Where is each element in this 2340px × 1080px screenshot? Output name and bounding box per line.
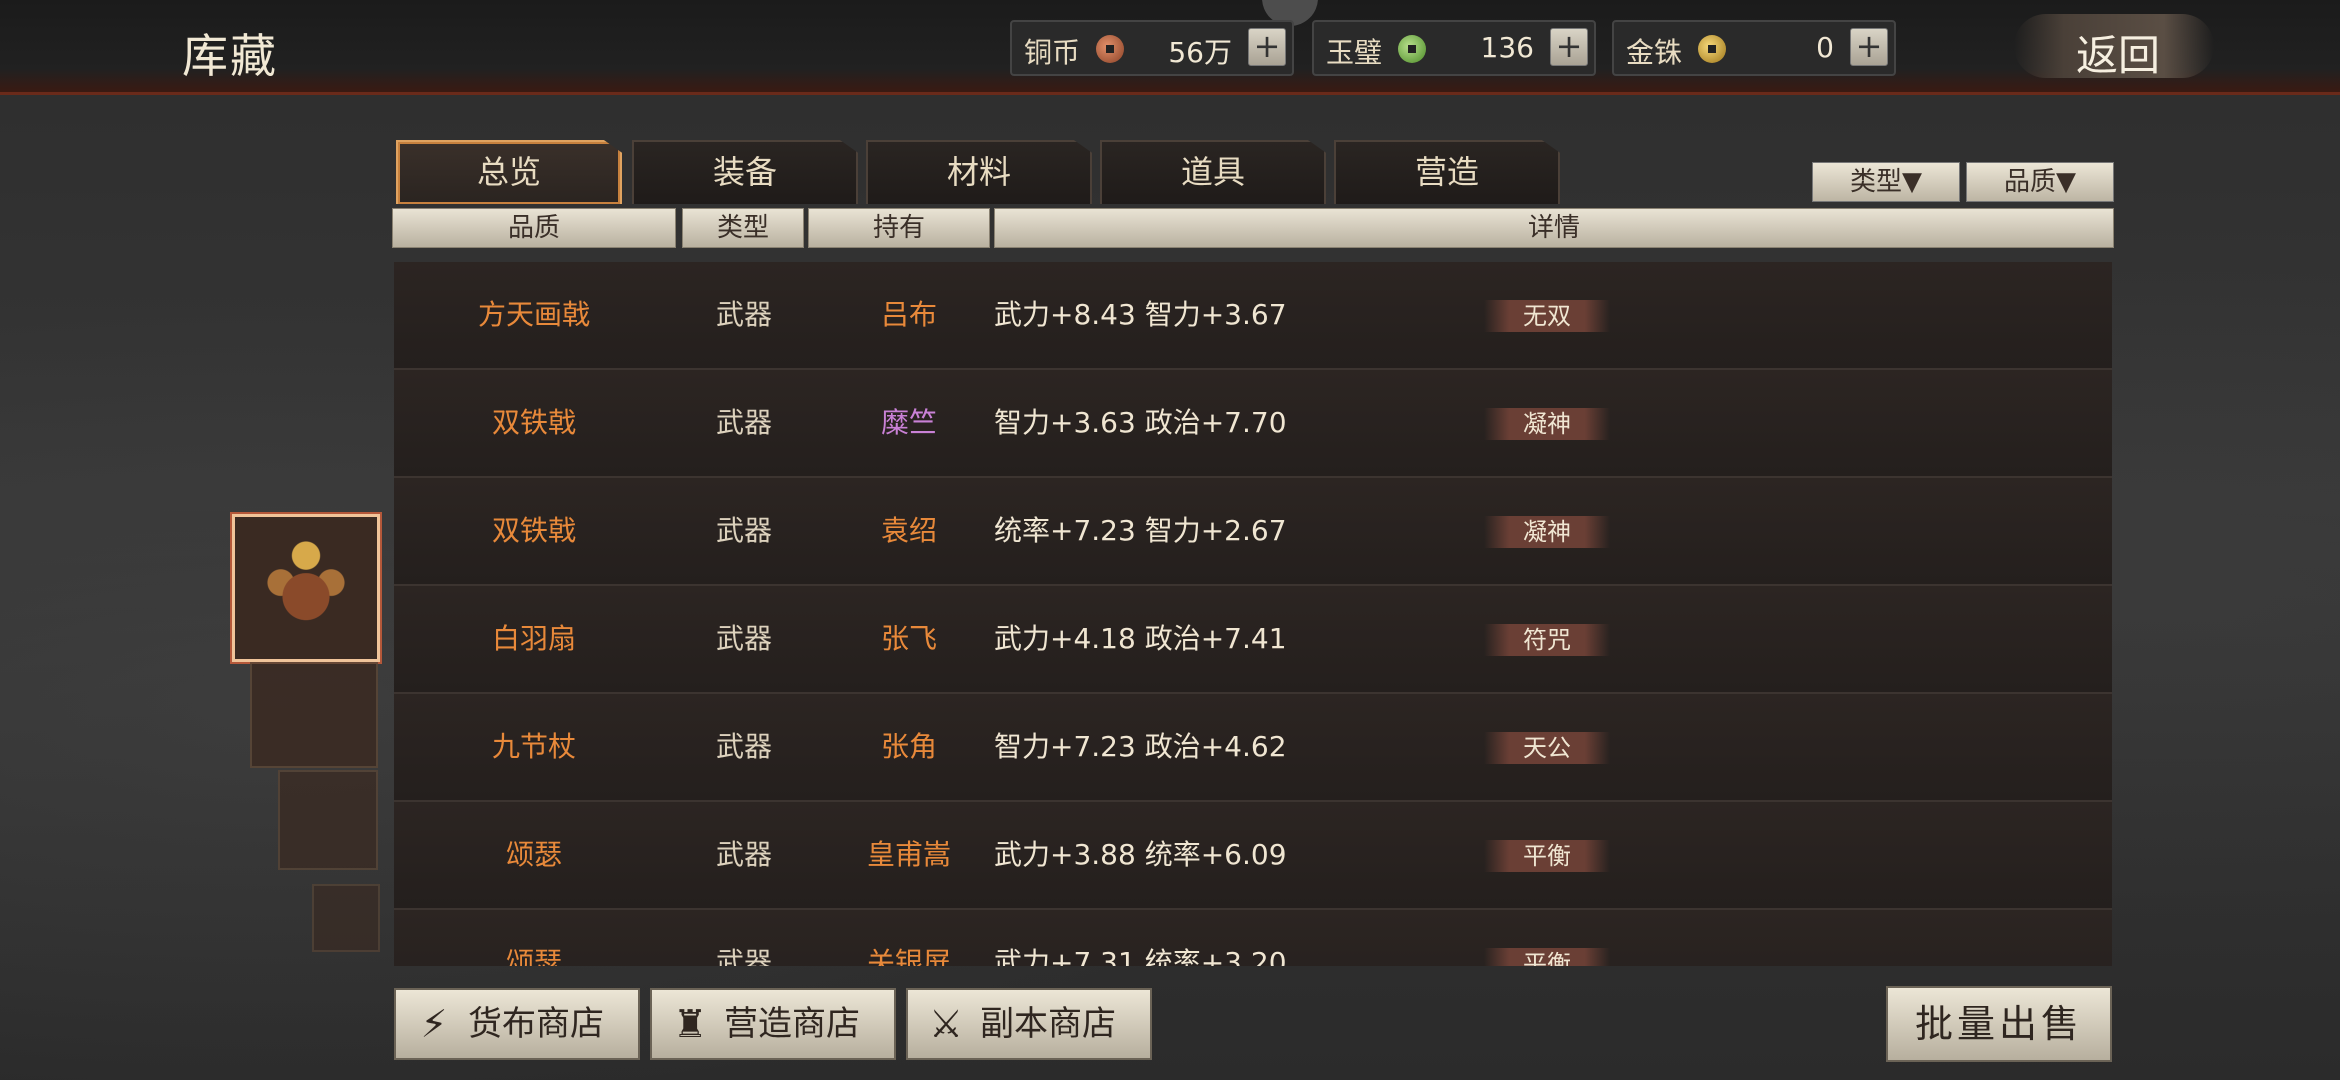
item-list[interactable]: 方天画戟 武器 吕布 武力+8.43 智力+3.67 无双 双铁戟 武器 糜竺 … bbox=[394, 252, 2112, 966]
skill-badge: 符咒 bbox=[1484, 624, 1610, 656]
item-stats: 统率+7.23 智力+2.67 bbox=[994, 514, 1287, 547]
item-thumbnail-armor[interactable] bbox=[232, 514, 380, 662]
column-header-owner[interactable]: 持有 bbox=[808, 208, 990, 248]
currency-label: 铜币 bbox=[1024, 36, 1081, 69]
table-row[interactable]: 白羽扇 武器 张飞 武力+4.18 政治+7.41 符咒 bbox=[394, 586, 2112, 694]
currency-copper: 铜币 56万 + bbox=[1010, 20, 1294, 76]
item-type: 武器 bbox=[715, 622, 772, 655]
skill-badge: 平衡 bbox=[1484, 948, 1610, 966]
copper-coin-icon bbox=[1096, 35, 1124, 63]
column-header-details: 详情 bbox=[994, 208, 2114, 248]
item-stats: 武力+8.43 智力+3.67 bbox=[994, 298, 1287, 331]
item-stats: 武力+4.18 政治+7.41 bbox=[994, 622, 1287, 655]
top-bar: 库藏 铜币 56万 + 玉璧 136 + 金铢 0 + 返回 bbox=[0, 0, 2340, 95]
currency-shop-icon: ⚡ bbox=[420, 1002, 448, 1046]
shop-label: 营造商店 bbox=[724, 1004, 860, 1044]
table-row[interactable]: 双铁戟 武器 糜竺 智力+3.63 政治+7.70 凝神 bbox=[394, 370, 2112, 478]
item-owner: 张角 bbox=[880, 730, 937, 763]
item-stats: 武力+7.31 统率+3.20 bbox=[994, 946, 1287, 966]
column-header-type[interactable]: 类型 bbox=[682, 208, 804, 248]
gold-coin-icon bbox=[1698, 35, 1726, 63]
armor-icon bbox=[260, 534, 352, 642]
item-owner: 关银屏 bbox=[866, 946, 951, 966]
construction-shop-button[interactable]: ♜ 营造商店 bbox=[650, 988, 896, 1060]
item-type: 武器 bbox=[715, 838, 772, 871]
item-name: 方天画戟 bbox=[477, 298, 590, 331]
currency-gold: 金铢 0 + bbox=[1612, 20, 1896, 76]
add-copper-button[interactable]: + bbox=[1248, 28, 1286, 66]
item-thumbnail[interactable] bbox=[278, 770, 378, 870]
currency-value: 56万 bbox=[1168, 36, 1232, 69]
currency-shop-button[interactable]: ⚡ 货布商店 bbox=[394, 988, 640, 1060]
item-thumbnail[interactable] bbox=[250, 662, 378, 768]
type-filter-dropdown[interactable]: 类型▼ bbox=[1812, 162, 1960, 202]
tab-items[interactable]: 道具 bbox=[1100, 140, 1326, 204]
item-owner: 吕布 bbox=[880, 298, 937, 331]
tab-materials[interactable]: 材料 bbox=[866, 140, 1092, 204]
column-header-quality[interactable]: 品质 bbox=[392, 208, 676, 248]
table-row[interactable]: 颂瑟 武器 皇甫嵩 武力+3.88 统率+6.09 平衡 bbox=[394, 802, 2112, 910]
item-name: 白羽扇 bbox=[491, 622, 576, 655]
item-name: 九节杖 bbox=[491, 730, 576, 763]
table-row[interactable]: 双铁戟 武器 袁绍 统率+7.23 智力+2.67 凝神 bbox=[394, 478, 2112, 586]
item-type: 武器 bbox=[715, 730, 772, 763]
currency-value: 136 bbox=[1480, 31, 1534, 64]
item-owner: 袁绍 bbox=[880, 514, 937, 547]
currency-label: 金铢 bbox=[1626, 36, 1683, 69]
shop-label: 副本商店 bbox=[980, 1004, 1116, 1044]
item-owner: 张飞 bbox=[880, 622, 937, 655]
tower-icon: ♜ bbox=[672, 1002, 708, 1046]
item-owner: 糜竺 bbox=[880, 406, 937, 439]
batch-sell-button[interactable]: 批量出售 bbox=[1886, 986, 2112, 1062]
skill-badge: 凝神 bbox=[1484, 516, 1610, 548]
table-row[interactable]: 九节杖 武器 张角 智力+7.23 政治+4.62 天公 bbox=[394, 694, 2112, 802]
sword-icon: ⚔ bbox=[928, 1002, 964, 1046]
item-stats: 武力+3.88 统率+6.09 bbox=[994, 838, 1287, 871]
item-stats: 智力+3.63 政治+7.70 bbox=[994, 406, 1287, 439]
item-name: 双铁戟 bbox=[491, 514, 576, 547]
item-type: 武器 bbox=[715, 514, 772, 547]
back-button[interactable]: 返回 bbox=[2014, 14, 2214, 80]
item-name: 双铁戟 bbox=[491, 406, 576, 439]
back-label: 返回 bbox=[2076, 31, 2161, 80]
currency-jade: 玉璧 136 + bbox=[1312, 20, 1596, 76]
shop-label: 货布商店 bbox=[468, 1004, 604, 1044]
item-type: 武器 bbox=[715, 406, 772, 439]
item-owner: 皇甫嵩 bbox=[866, 838, 951, 871]
add-jade-button[interactable]: + bbox=[1550, 28, 1588, 66]
item-name: 颂瑟 bbox=[505, 838, 562, 871]
quality-filter-dropdown[interactable]: 品质▼ bbox=[1966, 162, 2114, 202]
skill-badge: 天公 bbox=[1484, 732, 1610, 764]
table-row[interactable]: 方天画戟 武器 吕布 武力+8.43 智力+3.67 无双 bbox=[394, 262, 2112, 370]
table-row[interactable]: 颂瑟 武器 关银屏 武力+7.31 统率+3.20 平衡 bbox=[394, 910, 2112, 966]
currency-value: 0 bbox=[1816, 31, 1834, 64]
item-type: 武器 bbox=[715, 946, 772, 966]
skill-badge: 平衡 bbox=[1484, 840, 1610, 872]
skill-badge: 凝神 bbox=[1484, 408, 1610, 440]
currency-label: 玉璧 bbox=[1326, 36, 1383, 69]
item-name: 颂瑟 bbox=[505, 946, 562, 966]
tab-construction[interactable]: 营造 bbox=[1334, 140, 1560, 204]
tab-overview[interactable]: 总览 bbox=[396, 140, 622, 204]
add-gold-button[interactable]: + bbox=[1850, 28, 1888, 66]
tab-equipment[interactable]: 装备 bbox=[632, 140, 858, 204]
jade-disc-icon bbox=[1398, 35, 1426, 63]
item-stats: 智力+7.23 政治+4.62 bbox=[994, 730, 1287, 763]
dungeon-shop-button[interactable]: ⚔ 副本商店 bbox=[906, 988, 1152, 1060]
page-title: 库藏 bbox=[182, 29, 278, 83]
item-type: 武器 bbox=[715, 298, 772, 331]
item-thumbnail[interactable] bbox=[312, 884, 380, 952]
skill-badge: 无双 bbox=[1484, 300, 1610, 332]
